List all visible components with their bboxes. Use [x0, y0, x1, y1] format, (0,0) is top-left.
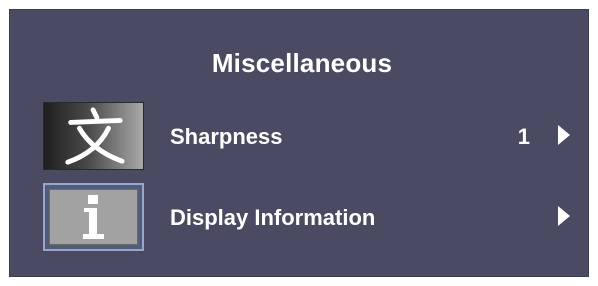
sharpness-value: 1 — [517, 124, 530, 149]
menu-item-display-information[interactable]: Display Information — [10, 183, 588, 251]
display-information-label: Display Information — [170, 205, 376, 230]
chevron-right-icon[interactable] — [558, 125, 570, 145]
menu-item-sharpness[interactable]: Sharpness 1 — [10, 102, 588, 170]
sharpness-label: Sharpness — [170, 124, 283, 149]
chevron-right-icon[interactable] — [558, 206, 570, 226]
osd-menu-panel: Miscellaneous Sharpness 1 Display Inform… — [9, 9, 589, 277]
info-icon — [43, 183, 144, 251]
menu-title: Miscellaneous — [211, 48, 393, 78]
sharpness-character-icon — [43, 102, 144, 170]
info-icon-tile — [49, 189, 138, 245]
